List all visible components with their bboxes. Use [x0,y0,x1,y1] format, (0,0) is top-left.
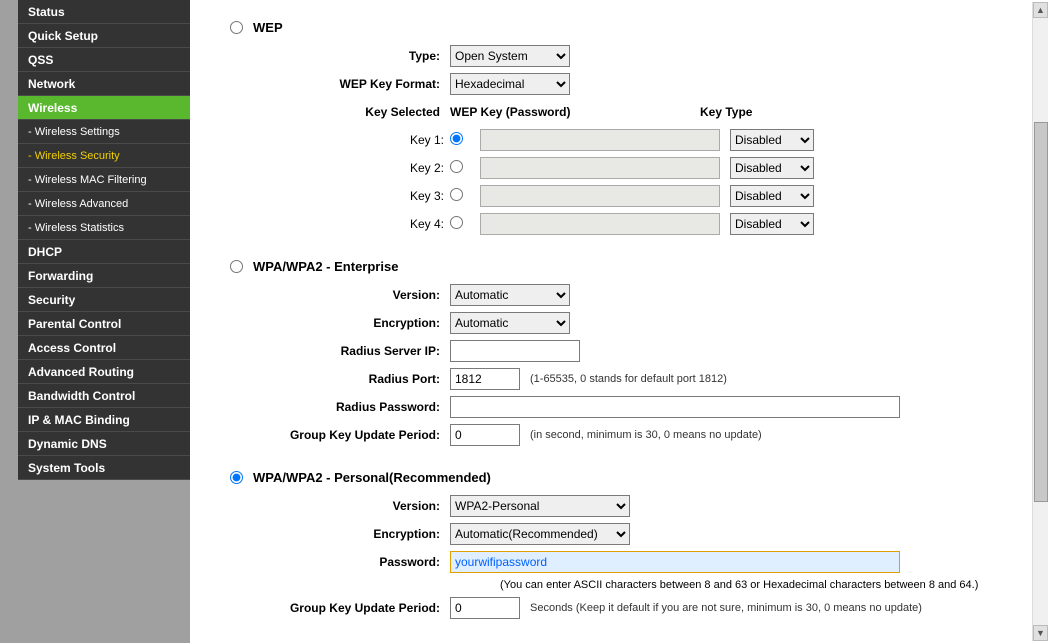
wep-format-select[interactable]: Hexadecimal [450,73,570,95]
radius-pw-input[interactable] [450,396,900,418]
sidebar: StatusQuick SetupQSSNetworkWireless- Wir… [0,0,190,643]
ent-gkup-label: Group Key Update Period: [280,428,450,442]
nav-sub-wireless-statistics[interactable]: - Wireless Statistics [18,216,190,240]
personal-section: WPA/WPA2 - Personal(Recommended) Version… [230,470,1050,619]
nav-parental-control[interactable]: Parental Control [18,312,190,336]
nav-qss[interactable]: QSS [18,48,190,72]
wep-key2-input[interactable] [480,157,720,179]
nav-quick-setup[interactable]: Quick Setup [18,24,190,48]
radius-pw-label: Radius Password: [280,400,450,414]
scrollbar[interactable]: ▲ ▼ [1032,2,1048,641]
nav-menu: StatusQuick SetupQSSNetworkWireless- Wir… [18,0,190,480]
wep-key-header: WEP Key (Password) [450,105,570,119]
wep-type-label: Type: [280,49,450,63]
per-password-label: Password: [280,555,450,569]
wep-key3-label: Key 3: [280,189,450,203]
wep-key3-input[interactable] [480,185,720,207]
radius-ip-label: Radius Server IP: [280,344,450,358]
ent-encryption-label: Encryption: [280,316,450,330]
wep-key1-radio[interactable] [450,132,463,145]
nav-dynamic-dns[interactable]: Dynamic DNS [18,432,190,456]
per-encryption-select[interactable]: Automatic(Recommended) [450,523,630,545]
main-content: WEP Type: Open System WEP Key Format: He… [190,0,1050,643]
radius-ip-input[interactable] [450,340,580,362]
wep-key3-type-select[interactable]: Disabled [730,185,814,207]
enterprise-radio[interactable] [230,260,243,273]
per-password-input[interactable] [450,551,900,573]
wep-key1-input[interactable] [480,129,720,151]
radius-port-hint: (1-65535, 0 stands for default port 1812… [530,373,727,385]
per-encryption-label: Encryption: [280,527,450,541]
wep-key2-label: Key 2: [280,161,450,175]
nav-forwarding[interactable]: Forwarding [18,264,190,288]
personal-radio[interactable] [230,471,243,484]
enterprise-title: WPA/WPA2 - Enterprise [253,259,398,274]
per-version-select[interactable]: WPA2-Personal [450,495,630,517]
nav-system-tools[interactable]: System Tools [18,456,190,480]
nav-wireless[interactable]: Wireless [18,96,190,120]
wep-key1-type-select[interactable]: Disabled [730,129,814,151]
scroll-down-button[interactable]: ▼ [1033,625,1048,641]
wep-key2-type-select[interactable]: Disabled [730,157,814,179]
wep-key1-label: Key 1: [280,133,450,147]
wep-key4-radio[interactable] [450,216,463,229]
per-version-label: Version: [280,499,450,513]
wep-title: WEP [253,20,283,35]
nav-ip-mac-binding[interactable]: IP & MAC Binding [18,408,190,432]
ent-gkup-hint: (in second, minimum is 30, 0 means no up… [530,429,762,441]
ent-gkup-input[interactable] [450,424,520,446]
nav-status[interactable]: Status [18,0,190,24]
wep-key4-label: Key 4: [280,217,450,231]
nav-sub-wireless-security[interactable]: - Wireless Security [18,144,190,168]
key-selected-label: Key Selected [280,105,450,119]
ent-version-select[interactable]: Automatic [450,284,570,306]
wep-key2-radio[interactable] [450,160,463,173]
personal-title: WPA/WPA2 - Personal(Recommended) [253,470,491,485]
nav-access-control[interactable]: Access Control [18,336,190,360]
nav-dhcp[interactable]: DHCP [18,240,190,264]
ent-version-label: Version: [280,288,450,302]
nav-advanced-routing[interactable]: Advanced Routing [18,360,190,384]
wep-radio[interactable] [230,21,243,34]
nav-sub-wireless-mac-filtering[interactable]: - Wireless MAC Filtering [18,168,190,192]
radius-port-label: Radius Port: [280,372,450,386]
nav-network[interactable]: Network [18,72,190,96]
scroll-up-button[interactable]: ▲ [1033,2,1048,18]
radius-port-input[interactable] [450,368,520,390]
enterprise-section: WPA/WPA2 - Enterprise Version: Automatic… [230,259,1050,446]
nav-sub-wireless-settings[interactable]: - Wireless Settings [18,120,190,144]
key-type-header: Key Type [700,105,752,119]
wep-key4-type-select[interactable]: Disabled [730,213,814,235]
scroll-thumb[interactable] [1034,122,1048,502]
per-gkup-input[interactable] [450,597,520,619]
per-gkup-label: Group Key Update Period: [280,601,450,615]
wep-key3-radio[interactable] [450,188,463,201]
per-gkup-hint: Seconds (Keep it default if you are not … [530,602,922,614]
nav-sub-wireless-advanced[interactable]: - Wireless Advanced [18,192,190,216]
per-password-hint: (You can enter ASCII characters between … [500,579,1050,591]
nav-bandwidth-control[interactable]: Bandwidth Control [18,384,190,408]
wep-format-label: WEP Key Format: [280,77,450,91]
wep-section: WEP Type: Open System WEP Key Format: He… [230,20,1050,235]
ent-encryption-select[interactable]: Automatic [450,312,570,334]
wep-type-select[interactable]: Open System [450,45,570,67]
wep-key4-input[interactable] [480,213,720,235]
nav-security[interactable]: Security [18,288,190,312]
